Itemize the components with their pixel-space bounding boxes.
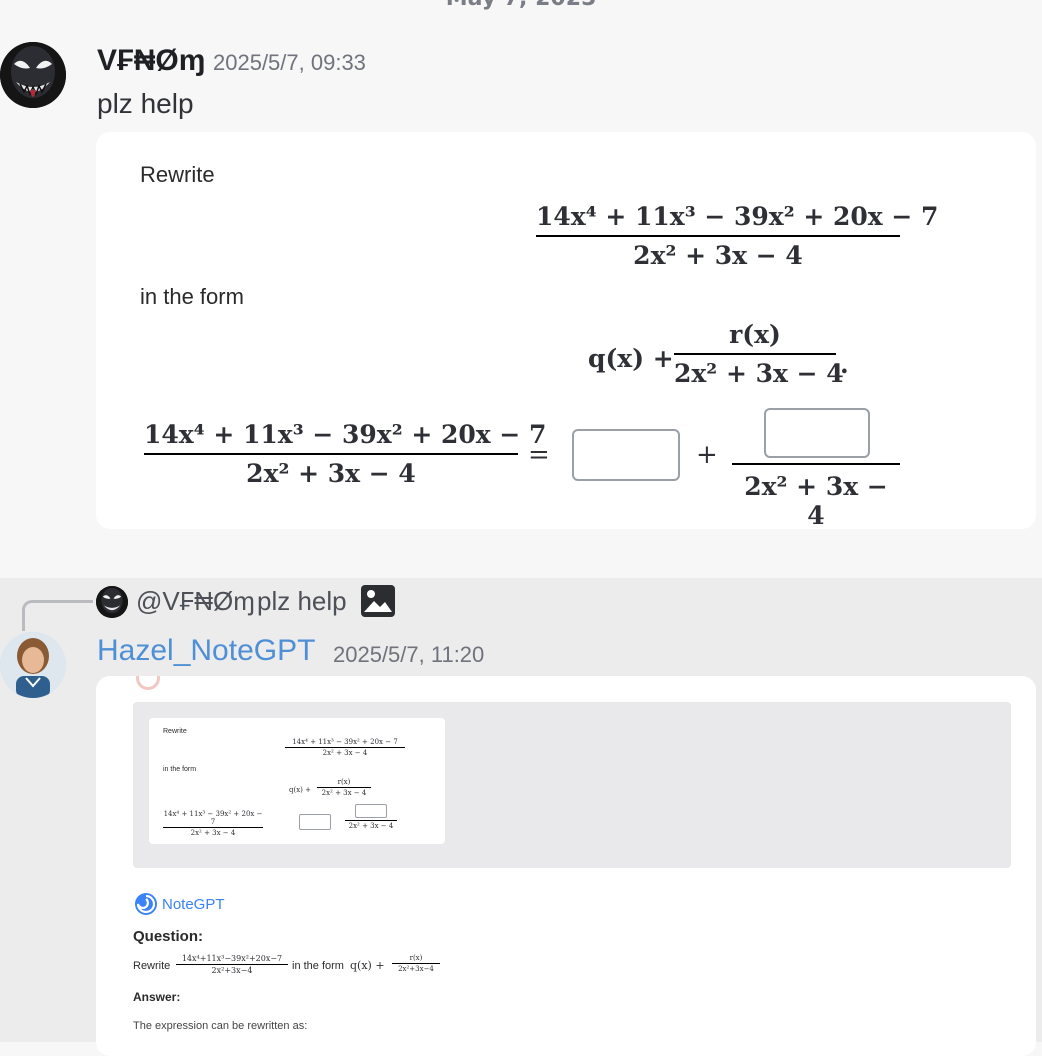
- reply-mention[interactable]: @V₣₦Øɱ: [136, 586, 255, 617]
- thumb-remainder-bar: [345, 820, 397, 821]
- thumb-remainder-box: [355, 804, 387, 818]
- avatar[interactable]: [0, 632, 66, 698]
- username[interactable]: Hazel_NoteGPT: [97, 634, 315, 668]
- brand-name: NoteGPT: [162, 896, 225, 913]
- partial-circle-decoration: [136, 676, 160, 690]
- image-attachment[interactable]: Rewrite 14x⁴ + 11x³ − 39x² + 20x − 7 2x²…: [96, 132, 1036, 529]
- question-prefix: Rewrite: [133, 960, 171, 972]
- question-numerator: 14x⁴+11x³−39x²+20x−7: [181, 954, 283, 963]
- thumb-form-fraction: r(x) 2x² + 3x − 4: [317, 778, 371, 797]
- venom-avatar-icon: [96, 586, 128, 618]
- question-denominator: 2x²+3x−4: [211, 966, 253, 975]
- quotient-input-box[interactable]: [572, 429, 680, 481]
- thumb-eq-denominator: 2x² + 3x − 4: [190, 829, 236, 837]
- question-form-denominator: 2x²+3x−4: [398, 965, 434, 973]
- thumb-form-prefix: q(x) +: [289, 786, 311, 794]
- fraction-bar: [317, 787, 371, 788]
- fraction-bar: [285, 747, 405, 748]
- thumb-in-the-form: in the form: [163, 766, 197, 773]
- thumb-form-denominator: 2x² + 3x − 4: [321, 789, 367, 797]
- thumb-rewrite-label: Rewrite: [163, 728, 187, 735]
- fraction-bar: [144, 453, 518, 455]
- expression-numerator: 14x⁴ + 11x³ − 39x² + 20x − 7: [536, 202, 939, 231]
- thumbnail-panel: Rewrite 14x⁴ + 11x³ − 39x² + 20x − 7 2x²…: [133, 702, 1011, 868]
- thumb-denominator: 2x² + 3x − 4: [322, 749, 368, 757]
- expression-denominator: 2x² + 3x − 4: [633, 241, 803, 270]
- thumb-equation-fraction: 14x⁴ + 11x³ − 39x² + 20x − 7 2x² + 3x − …: [163, 810, 263, 837]
- remainder-denominator: 2x² + 3x − 4: [744, 472, 888, 529]
- timestamp: 2025/5/7, 09:33: [213, 50, 366, 75]
- equation-numerator: 14x⁴ + 11x³ − 39x² + 20x − 7: [144, 420, 547, 449]
- expression-fraction: 14x⁴ + 11x³ − 39x² + 20x − 7 2x² + 3x − …: [536, 202, 939, 270]
- hazel-avatar-icon: [0, 632, 66, 698]
- equation-denominator: 2x² + 3x − 4: [246, 459, 416, 488]
- message-text: plz help: [97, 88, 194, 119]
- remainder-fraction-bar: [732, 463, 900, 465]
- equation-left-fraction: 14x⁴ + 11x³ − 39x² + 20x − 7 2x² + 3x − …: [144, 420, 547, 488]
- form-prefix: q(x) +: [588, 344, 674, 373]
- avatar[interactable]: [0, 42, 66, 108]
- reply-preview-text[interactable]: plz help: [257, 586, 347, 617]
- thumbnail-card: Rewrite 14x⁴ + 11x³ − 39x² + 20x − 7 2x²…: [149, 718, 445, 844]
- remainder-input-box[interactable]: [764, 408, 870, 458]
- answer-text: The expression can be rewritten as:: [133, 1020, 308, 1032]
- thumb-expression-fraction: 14x⁴ + 11x³ − 39x² + 20x − 7 2x² + 3x − …: [285, 738, 405, 757]
- equals-sign: =: [528, 440, 550, 470]
- thumb-numerator: 14x⁴ + 11x³ − 39x² + 20x − 7: [292, 738, 398, 746]
- timestamp: 2025/5/7, 11:20: [333, 642, 485, 667]
- form-fraction: r(x) 2x² + 3x − 4: [674, 320, 844, 388]
- question-fraction: 14x⁴+11x³−39x²+20x−7 2x²+3x−4: [176, 954, 288, 975]
- thumb-eq-numerator: 14x⁴ + 11x³ − 39x² + 20x − 7: [163, 810, 263, 826]
- plus-sign: +: [696, 440, 718, 470]
- fraction-bar: [674, 353, 836, 355]
- fraction-bar: [392, 963, 440, 964]
- image-attachment[interactable]: Rewrite 14x⁴ + 11x³ − 39x² + 20x − 7 2x²…: [96, 676, 1036, 1056]
- question-label: Question:: [133, 928, 203, 945]
- rewrite-label: Rewrite: [140, 162, 215, 187]
- fraction-bar: [176, 964, 288, 965]
- thumb-quotient-box: [299, 814, 331, 830]
- reply-avatar[interactable]: [96, 586, 128, 618]
- username[interactable]: V₣₦Øɱ: [97, 44, 205, 78]
- question-form-numerator: r(x): [409, 954, 423, 962]
- question-form-fraction: r(x) 2x²+3x−4: [392, 954, 440, 973]
- fraction-bar: [536, 235, 900, 237]
- form-numerator: r(x): [729, 320, 781, 349]
- question-form-prefix: q(x) +: [350, 959, 385, 972]
- fraction-bar: [163, 827, 263, 828]
- image-icon: [360, 584, 396, 618]
- question-mid-text: in the form: [292, 960, 344, 972]
- form-period: .: [840, 350, 849, 379]
- venom-avatar-icon: [0, 42, 66, 108]
- answer-label: Answer:: [133, 990, 181, 1004]
- thumb-form-numerator: r(x): [337, 778, 351, 786]
- in-the-form-label: in the form: [140, 284, 244, 309]
- reply-spine: [22, 600, 93, 631]
- date-divider: May 7, 2025: [0, 0, 1042, 11]
- notegpt-logo-icon: [134, 892, 158, 916]
- form-denominator: 2x² + 3x − 4: [674, 359, 844, 388]
- thumb-remainder-denominator: 2x² + 3x − 4: [348, 822, 394, 830]
